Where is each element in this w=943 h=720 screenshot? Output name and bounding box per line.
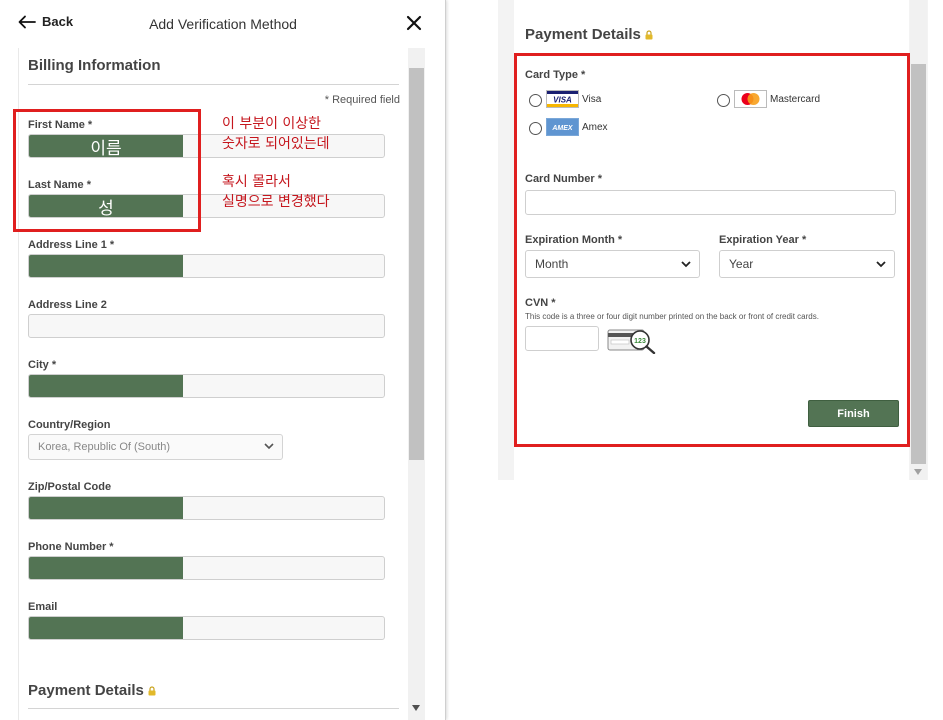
finish-button[interactable]: Finish xyxy=(808,400,899,427)
zip-mask xyxy=(29,497,183,519)
email-input[interactable] xyxy=(28,616,385,640)
visa-label: Visa xyxy=(582,94,602,105)
billing-form: Billing Information * Required field Fir… xyxy=(18,48,408,720)
city-input[interactable] xyxy=(28,374,385,398)
card-number-input[interactable] xyxy=(525,190,896,215)
address2-input[interactable] xyxy=(28,314,385,338)
city-label: City * xyxy=(28,359,57,371)
amex-label: Amex xyxy=(582,122,608,133)
city-mask xyxy=(29,375,183,397)
modal-header: Back Add Verification Method xyxy=(0,0,445,48)
svg-text:123: 123 xyxy=(634,338,646,345)
lock-icon xyxy=(148,686,156,696)
zip-input[interactable] xyxy=(28,496,385,520)
annotation-text-2: 혹시 몰라서 실명으로 변경했다 xyxy=(222,172,330,212)
first-name-mask: 이름 xyxy=(29,135,183,157)
verification-modal: Back Add Verification Method Billing Inf… xyxy=(0,0,446,720)
country-label: Country/Region xyxy=(28,419,111,431)
required-note: * Required field xyxy=(324,94,400,106)
exp-year-select[interactable]: Year xyxy=(719,250,895,278)
address2-label: Address Line 2 xyxy=(28,299,107,311)
exp-month-value: Month xyxy=(535,257,569,271)
modal-title: Add Verification Method xyxy=(149,16,297,32)
exp-year-label: Expiration Year * xyxy=(719,234,807,246)
section-divider-2 xyxy=(28,708,399,709)
last-name-label: Last Name * xyxy=(28,179,91,191)
chevron-down-icon xyxy=(264,443,274,450)
email-label: Email xyxy=(28,601,58,613)
billing-section-title: Billing Information xyxy=(28,57,161,74)
cvn-card-magnifier-icon: 123 xyxy=(607,329,656,354)
mastercard-label: Mastercard xyxy=(770,94,821,105)
chevron-down-icon xyxy=(681,261,691,268)
lock-icon xyxy=(645,30,653,40)
address1-input[interactable] xyxy=(28,254,385,278)
amex-logo-icon: AMEX xyxy=(546,118,579,136)
first-name-label: First Name * xyxy=(28,119,93,131)
modal-scroll-thumb[interactable] xyxy=(409,68,424,460)
payment-title-text: Payment Details xyxy=(28,682,144,699)
exp-year-value: Year xyxy=(729,257,754,271)
first-name-input[interactable]: 이름 xyxy=(28,134,385,158)
mastercard-radio[interactable] xyxy=(717,94,730,107)
card-type-label: Card Type * xyxy=(525,69,586,81)
payment-section-title: Payment Details xyxy=(525,26,653,43)
payment-section-title-left: Payment Details xyxy=(28,682,156,699)
visa-radio[interactable] xyxy=(529,94,542,107)
payment-scroll-thumb[interactable] xyxy=(911,64,926,464)
payment-title-text: Payment Details xyxy=(525,26,641,43)
address1-label: Address Line 1 * xyxy=(28,239,115,251)
amex-logo-svg: AMEX xyxy=(547,119,578,135)
svg-text:AMEX: AMEX xyxy=(551,125,574,132)
zip-label: Zip/Postal Code xyxy=(28,481,112,493)
country-select[interactable]: Korea, Republic Of (South) xyxy=(28,434,283,460)
mastercard-logo-svg xyxy=(741,93,760,105)
annotation-line-3: 혹시 몰라서 xyxy=(222,174,291,190)
exp-month-select[interactable]: Month xyxy=(525,250,700,278)
mastercard-logo-icon xyxy=(734,90,767,108)
phone-input[interactable] xyxy=(28,556,385,580)
phone-label: Phone Number * xyxy=(28,541,114,553)
country-value: Korea, Republic Of (South) xyxy=(38,441,171,453)
cvn-input[interactable] xyxy=(525,326,599,351)
annotation-line-1: 이 부분이 이상한 xyxy=(222,116,322,132)
annotation-line-4: 실명으로 변경했다 xyxy=(222,194,330,210)
exp-month-label: Expiration Month * xyxy=(525,234,623,246)
cvn-label: CVN * xyxy=(525,297,556,309)
last-name-mask: 성 xyxy=(29,195,183,217)
scroll-down-arrow-icon[interactable] xyxy=(411,704,421,712)
address1-mask xyxy=(29,255,183,277)
close-icon xyxy=(406,15,422,31)
annotation-line-2: 숫자로 되어있는데 xyxy=(222,136,330,152)
close-button[interactable] xyxy=(404,13,424,33)
annotation-text-1: 이 부분이 이상한 숫자로 되어있는데 xyxy=(222,114,330,154)
cvn-help-text: This code is a three or four digit numbe… xyxy=(525,312,819,321)
card-number-label: Card Number * xyxy=(525,173,603,185)
visa-logo-icon: VISA xyxy=(546,90,579,108)
scroll-down-arrow-icon[interactable] xyxy=(913,468,923,476)
email-mask xyxy=(29,617,183,639)
section-divider xyxy=(28,84,399,85)
svg-text:VISA: VISA xyxy=(553,96,572,105)
visa-logo-svg: VISA xyxy=(547,91,578,107)
amex-radio[interactable] xyxy=(529,122,542,135)
last-name-input[interactable]: 성 xyxy=(28,194,385,218)
phone-mask xyxy=(29,557,183,579)
chevron-down-icon xyxy=(876,261,886,268)
modal-scroll-area: Billing Information * Required field Fir… xyxy=(18,48,408,720)
